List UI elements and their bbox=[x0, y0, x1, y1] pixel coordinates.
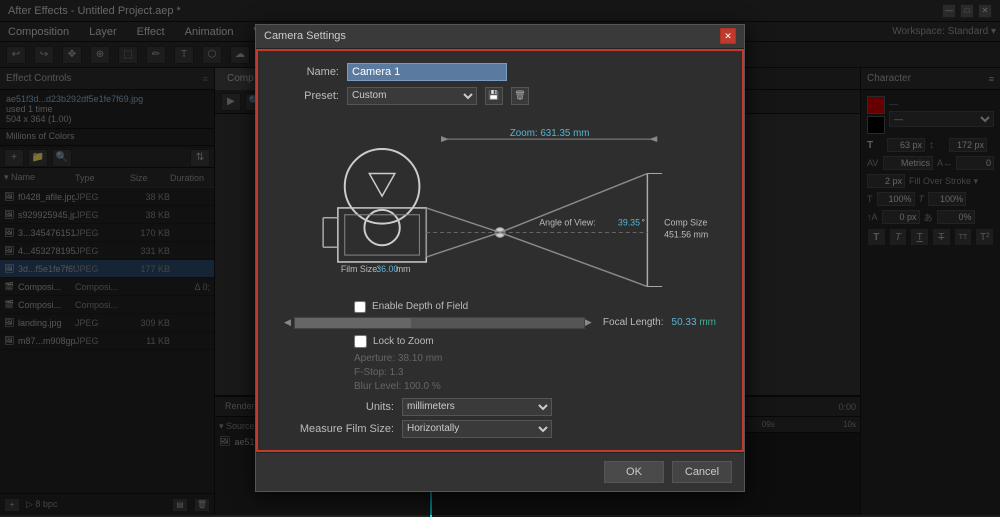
fstop-value: 1.3 bbox=[390, 367, 404, 378]
units-select[interactable]: millimeters pixels inches bbox=[402, 398, 552, 416]
enable-dof-checkbox[interactable] bbox=[354, 301, 366, 313]
dialog-content: Name: Preset: Custom 15mm 20mm 24mm 28mm… bbox=[256, 49, 744, 452]
svg-text:Zoom: 631.35 mm: Zoom: 631.35 mm bbox=[510, 128, 590, 139]
name-label: Name: bbox=[294, 66, 339, 78]
dialog-close-button[interactable]: ✕ bbox=[720, 28, 736, 44]
svg-text:mm: mm bbox=[396, 263, 411, 273]
camera-svg: Zoom: 631.35 mm bbox=[274, 113, 726, 293]
enable-dof-row: Enable Depth of Field bbox=[274, 301, 726, 313]
blur-label: Blur Level: bbox=[354, 381, 404, 392]
svg-text:451.56 mm: 451.56 mm bbox=[664, 229, 708, 239]
preset-label: Preset: bbox=[294, 90, 339, 102]
lock-zoom-row: Lock to Zoom bbox=[274, 335, 726, 348]
lock-to-zoom-checkbox[interactable] bbox=[354, 335, 367, 348]
camera-settings-dialog: Camera Settings ✕ Name: Preset: Custom 1… bbox=[255, 24, 745, 492]
svg-text:Film Size:: Film Size: bbox=[341, 263, 380, 273]
svg-text:Angle of View:: Angle of View: bbox=[539, 217, 595, 227]
lock-to-zoom-label: Lock to Zoom bbox=[373, 336, 434, 347]
blur-level-row: Blur Level: 100.0 % bbox=[274, 380, 726, 392]
units-label: Units: bbox=[294, 401, 394, 413]
preset-row: Preset: Custom 15mm 20mm 24mm 28mm 35mm … bbox=[274, 87, 726, 105]
measure-row: Measure Film Size: Horizontally Vertical… bbox=[274, 420, 726, 438]
modal-overlay: Camera Settings ✕ Name: Preset: Custom 1… bbox=[0, 0, 1000, 515]
svg-text:°: ° bbox=[641, 217, 645, 227]
units-row: Units: millimeters pixels inches bbox=[274, 398, 726, 416]
focal-unit: mm bbox=[699, 317, 716, 328]
dialog-title: Camera Settings bbox=[264, 30, 720, 42]
focal-left-arrow: ◀ bbox=[284, 317, 294, 328]
fstop-row: F-Stop: 1.3 bbox=[274, 366, 726, 378]
camera-diagram: Zoom: 631.35 mm bbox=[274, 113, 726, 293]
preset-delete-btn[interactable]: 🗑 bbox=[511, 87, 529, 105]
name-row: Name: bbox=[274, 63, 726, 81]
focal-length-bar: ◀ ▶ Focal Length: 50.33 mm bbox=[274, 317, 726, 329]
preset-save-btn[interactable]: 💾 bbox=[485, 87, 503, 105]
aperture-label: Aperture: bbox=[354, 353, 398, 364]
blur-value: 100.0 % bbox=[404, 381, 441, 392]
fstop-label: F-Stop: bbox=[354, 367, 390, 378]
svg-text:Comp Size: Comp Size bbox=[664, 217, 707, 227]
ok-button[interactable]: OK bbox=[604, 461, 664, 483]
measure-select[interactable]: Horizontally Vertically Diagonally bbox=[402, 420, 552, 438]
preset-select[interactable]: Custom 15mm 20mm 24mm 28mm 35mm 50mm 80m… bbox=[347, 87, 477, 105]
svg-text:39.35: 39.35 bbox=[618, 217, 640, 227]
camera-name-input[interactable] bbox=[347, 63, 507, 81]
focal-track[interactable] bbox=[294, 317, 585, 329]
aperture-row: Aperture: 38.10 mm bbox=[274, 352, 726, 364]
measure-label: Measure Film Size: bbox=[294, 423, 394, 435]
focal-length-label: Focal Length: bbox=[603, 317, 664, 328]
enable-dof-label: Enable Depth of Field bbox=[372, 301, 468, 312]
aperture-value: 38.10 mm bbox=[398, 353, 442, 364]
focal-right-arrow: ▶ bbox=[585, 317, 595, 328]
dialog-footer: OK Cancel bbox=[256, 452, 744, 491]
focal-length-value: 50.33 mm bbox=[672, 317, 716, 328]
cancel-button[interactable]: Cancel bbox=[672, 461, 732, 483]
focal-value-number[interactable]: 50.33 bbox=[672, 317, 697, 328]
focal-fill bbox=[295, 318, 411, 328]
dialog-title-bar: Camera Settings ✕ bbox=[256, 25, 744, 49]
